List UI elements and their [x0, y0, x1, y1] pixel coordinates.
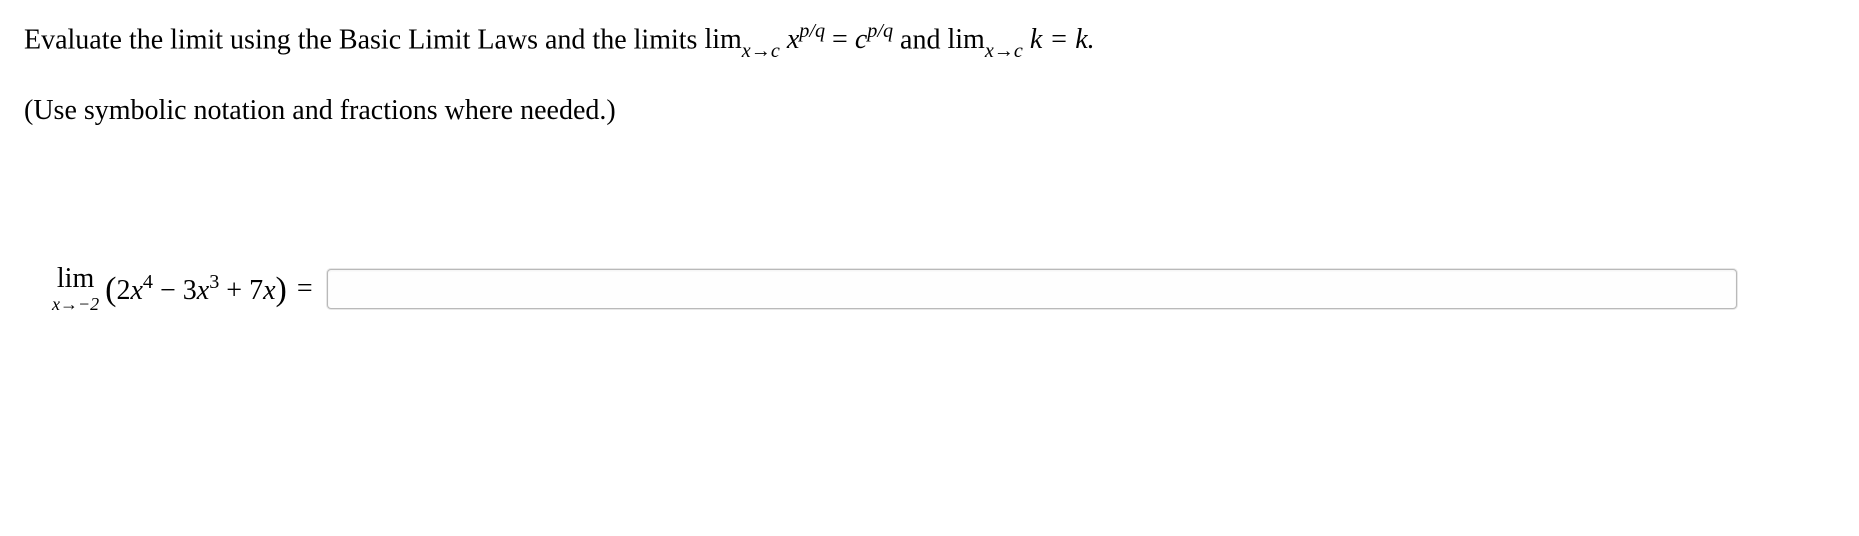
t1-coef: 2	[116, 275, 130, 306]
prompt-line-1: Evaluate the limit using the Basic Limit…	[24, 18, 1835, 63]
law2: limx→c k = k.	[947, 24, 1094, 55]
close-paren: )	[276, 271, 287, 308]
law1-rhs-var: c	[855, 24, 867, 55]
law1-rhs-exp: p/q	[867, 20, 893, 42]
op-plus: +	[219, 275, 249, 306]
t3-coef: 7	[249, 275, 263, 306]
limit-notation: lim x→−2	[52, 265, 99, 313]
law1-eq: =	[825, 24, 855, 55]
law2-sub: x→c	[985, 40, 1023, 62]
law1-lim: lim	[704, 24, 741, 55]
law1-lhs-var: x	[787, 24, 799, 55]
law2-lim: lim	[947, 24, 984, 55]
equals-sign: =	[297, 273, 313, 305]
t2-var: x	[197, 275, 209, 306]
lim-subscript: x→−2	[52, 295, 99, 313]
limit-expression: (2x4 − 3x3 + 7x)	[105, 270, 287, 308]
law1-lhs-exp: p/q	[799, 20, 825, 42]
t2-coef: 3	[183, 275, 197, 306]
t1-exp: 4	[143, 271, 153, 293]
prompt-line-2: (Use symbolic notation and fractions whe…	[24, 91, 1835, 130]
t1-var: x	[130, 275, 142, 306]
question-row: lim x→−2 (2x4 − 3x3 + 7x) =	[52, 265, 1835, 313]
prompt-prefix: Evaluate the limit using the Basic Limit…	[24, 24, 704, 55]
prompt-mid: and	[893, 24, 947, 55]
t2-exp: 3	[209, 271, 219, 293]
t3-var: x	[263, 275, 275, 306]
law1-sub: x→c	[742, 40, 780, 62]
law2-rhs: k = k.	[1023, 24, 1095, 55]
law1: limx→c xp/q = cp/q	[704, 24, 893, 55]
op-minus: −	[153, 275, 183, 306]
lim-label: lim	[52, 265, 99, 293]
question-page: Evaluate the limit using the Basic Limit…	[0, 0, 1859, 337]
open-paren: (	[105, 271, 116, 308]
answer-input[interactable]	[327, 269, 1737, 309]
